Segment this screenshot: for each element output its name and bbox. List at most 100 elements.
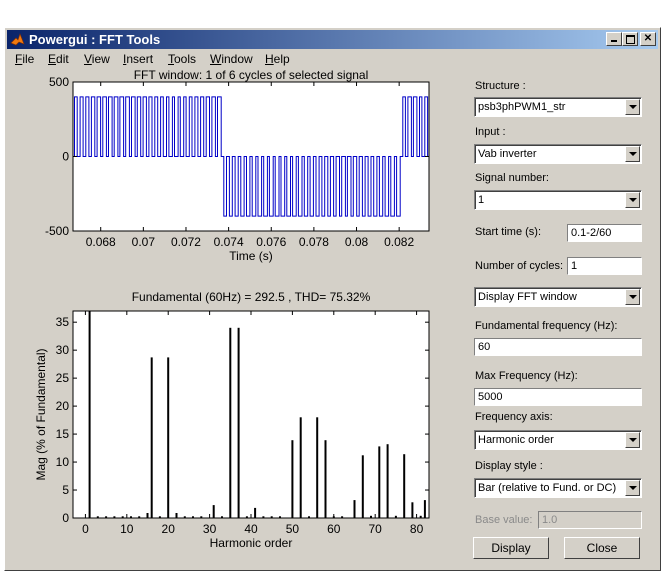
fft-tools-window: Powergui : FFT Tools ✕ File Edit View In… [4,27,661,571]
max-frequency-value: 5000 [478,391,503,403]
harmonic-bar [411,502,414,518]
chevron-down-icon [625,99,640,115]
harmonic-bar [212,505,215,518]
x-tick-label: 40 [244,522,258,536]
structure-label: Structure : [475,80,526,92]
structure-dropdown[interactable]: psb3phPWM1_str [474,97,642,117]
harmonic-bar [353,500,356,518]
y-tick-label: 5 [62,483,69,497]
number-of-cycles-label: Number of cycles: [475,260,564,272]
fundamental-frequency-field[interactable]: 60 [474,338,642,356]
harmonic-bar [386,444,389,518]
number-of-cycles-value: 1 [571,260,578,272]
y-tick-label: 35 [56,315,70,329]
menu-help[interactable]: Help [265,52,290,66]
y-tick-label: 20 [56,399,70,413]
menu-window[interactable]: Window [210,52,253,66]
minimize-icon [611,40,617,42]
harmonic-bar [361,455,364,518]
display-style-label: Display style : [475,460,543,472]
fft-chart-title: Fundamental (60Hz) = 292.5 , THD= 75.32% [132,290,371,304]
x-tick-label: 0.08 [345,235,369,249]
frequency-axis-label: Frequency axis: [475,411,553,423]
structure-value: psb3phPWM1_str [478,101,566,113]
harmonic-bar [237,327,240,518]
chevron-down-icon [625,192,640,208]
menu-insert[interactable]: Insert [123,52,153,66]
start-time-field[interactable]: 0.1-2/60 [567,224,642,242]
signal-number-dropdown[interactable]: 1 [474,190,642,210]
frequency-axis-value: Harmonic order [478,434,554,446]
number-of-cycles-field[interactable]: 1 [567,257,642,275]
harmonic-bar [150,357,153,518]
x-tick-label: 80 [410,522,424,536]
harmonic-bar [378,446,381,518]
fundamental-frequency-label: Fundamental frequency (Hz): [475,320,618,332]
harmonic-bar [229,327,232,518]
harmonic-bar [254,507,257,518]
harmonic-bar [175,513,178,518]
x-tick-label: 60 [327,522,341,536]
x-tick-label: 30 [203,522,217,536]
signal-number-value: 1 [478,194,485,206]
title-bar[interactable]: Powergui : FFT Tools ✕ [7,30,658,49]
menu-bar: File Edit View Insert Tools Window Help [7,50,658,68]
max-frequency-label: Max Frequency (Hz): [475,370,578,382]
input-dropdown[interactable]: Vab inverter [474,144,642,164]
close-button[interactable]: Close [564,537,640,559]
chevron-down-icon [625,289,640,305]
display-mode-value: Display FFT window [478,291,577,303]
frequency-axis-dropdown[interactable]: Harmonic order [474,430,642,450]
x-tick-label: 0.07 [132,235,156,249]
harmonic-bar [167,357,170,518]
y-tick-label: 500 [49,75,69,89]
input-value: Vab inverter [478,148,537,160]
menu-tools[interactable]: Tools [168,52,196,66]
x-tick-label: 20 [162,522,176,536]
x-tick-label: 0.074 [214,235,244,249]
x-tick-label: 0 [82,522,89,536]
harmonic-bar [88,311,91,518]
y-tick-label: 25 [56,371,70,385]
display-style-value: Bar (relative to Fund. or DC) [478,482,617,494]
chevron-down-icon [625,480,640,496]
time-x-axis-label: Time (s) [229,249,273,263]
maximize-button[interactable] [622,32,638,46]
start-time-value: 0.1-2/60 [571,227,612,239]
fundamental-frequency-value: 60 [478,341,491,353]
base-value-value: 1.0 [542,514,558,526]
signal-number-label: Signal number: [475,172,549,184]
close-icon: ✕ [643,33,653,44]
start-time-label: Start time (s): [475,226,542,238]
menu-file[interactable]: File [15,52,34,66]
display-style-dropdown[interactable]: Bar (relative to Fund. or DC) [474,478,642,498]
x-tick-label: 50 [286,522,300,536]
y-tick-label: 0 [62,511,69,525]
maximize-icon [625,35,635,44]
time-chart-title: FFT window: 1 of 6 cycles of selected si… [134,68,369,82]
time-signal-chart: 500 0 -500 0.068 0.07 0.072 0.074 0.076 0.078 0.0… [45,68,430,263]
minimize-button[interactable] [606,32,622,46]
matlab-logo-icon [10,33,25,46]
base-value-field: 1.0 [538,511,642,529]
x-tick-label: 0.072 [171,235,201,249]
x-tick-label: 10 [120,522,134,536]
y-tick-label: -500 [45,224,69,238]
menu-edit[interactable]: Edit [48,52,69,66]
base-value-label: Base value: [475,514,533,526]
fft-y-axis-label: Mag (% of Fundamental) [34,348,48,480]
harmonic-bar [146,513,149,518]
menu-view[interactable]: View [84,52,110,66]
fft-spectrum-chart: 0 5 10 15 20 25 30 35 0 10 20 30 40 50 60 70 80 Fundament… [34,290,430,550]
display-mode-dropdown[interactable]: Display FFT window [474,287,642,307]
display-button[interactable]: Display [473,537,549,559]
harmonic-bar [291,440,294,518]
y-tick-label: 30 [56,343,70,357]
close-window-button[interactable]: ✕ [640,32,656,46]
harmonic-bar [423,500,426,518]
x-tick-label: 0.068 [86,235,116,249]
max-frequency-field[interactable]: 5000 [474,388,642,406]
harmonic-bar [299,417,302,518]
window-title: Powergui : FFT Tools [29,32,161,47]
x-tick-label: 70 [369,522,383,536]
